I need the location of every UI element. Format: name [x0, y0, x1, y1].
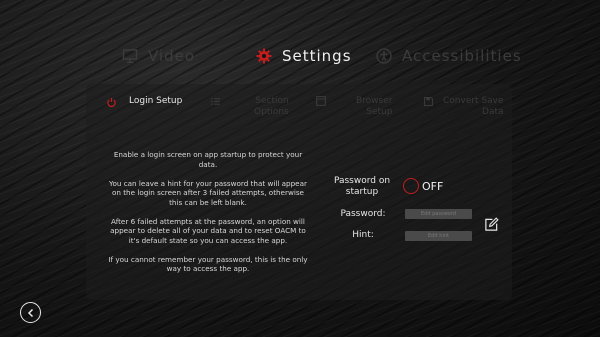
hint-field[interactable]	[405, 231, 472, 241]
tab-video-label: Video	[148, 47, 196, 65]
power-icon	[105, 96, 117, 108]
edit-button[interactable]	[483, 216, 499, 236]
subtab-section-line1: Section	[255, 96, 289, 106]
tab-video[interactable]: Video	[122, 44, 195, 68]
subtab-convert-save-data[interactable]: Convert Save Data	[423, 96, 504, 118]
monitor-icon	[122, 48, 138, 64]
subtab-browser-line2: Setup	[366, 107, 393, 117]
subtab-browser-setup-label: Browser Setup	[356, 96, 392, 118]
edit-icon	[484, 216, 499, 236]
description-paragraph: You can leave a hint for your password t…	[109, 178, 307, 207]
subtab-convert-line1: Convert Save	[443, 96, 504, 106]
password-field[interactable]	[405, 209, 472, 219]
toggle-state-label: OFF	[422, 179, 444, 193]
hint-label: Hint:	[352, 230, 374, 240]
description-paragraph: If you cannot remember your password, th…	[108, 254, 308, 274]
subtab-section-line2: Options	[254, 107, 289, 117]
subtab-login-setup-label: Login Setup	[129, 96, 183, 106]
subtab-convert-save-label: Convert Save Data	[443, 96, 504, 118]
password-label: Password:	[340, 209, 386, 219]
tab-settings-label: Settings	[282, 47, 352, 65]
back-button[interactable]	[20, 302, 41, 323]
password-on-startup-toggle[interactable]: OFF	[403, 178, 443, 194]
login-description: Enable a login screen on app startup to …	[106, 150, 310, 283]
tab-accessibilities-label: Accessibilities	[402, 47, 522, 65]
tab-accessibilities[interactable]: Accessibilities	[376, 44, 522, 68]
toggle-ring-icon	[403, 178, 419, 194]
subtab-browser-setup[interactable]: Browser Setup	[316, 96, 392, 118]
tab-settings[interactable]: Settings	[256, 44, 352, 68]
gear-icon	[256, 48, 272, 64]
description-paragraph: Enable a login screen on app startup to …	[113, 150, 303, 169]
back-arrow-icon	[26, 303, 36, 322]
password-on-startup-label: Password on startup	[333, 176, 391, 197]
subtab-section-options-label: Section Options	[254, 96, 289, 118]
list-icon	[210, 96, 220, 106]
subtab-login-setup[interactable]: Login Setup	[105, 96, 182, 108]
subtab-convert-line2: Data	[482, 107, 504, 117]
window-icon	[316, 96, 326, 106]
save-icon	[423, 96, 433, 106]
accessibility-icon	[376, 48, 392, 64]
description-paragraph: After 6 failed attempts at the password,…	[110, 216, 306, 245]
subtab-browser-line1: Browser	[356, 96, 393, 106]
subtab-section-options[interactable]: Section Options	[210, 96, 289, 118]
